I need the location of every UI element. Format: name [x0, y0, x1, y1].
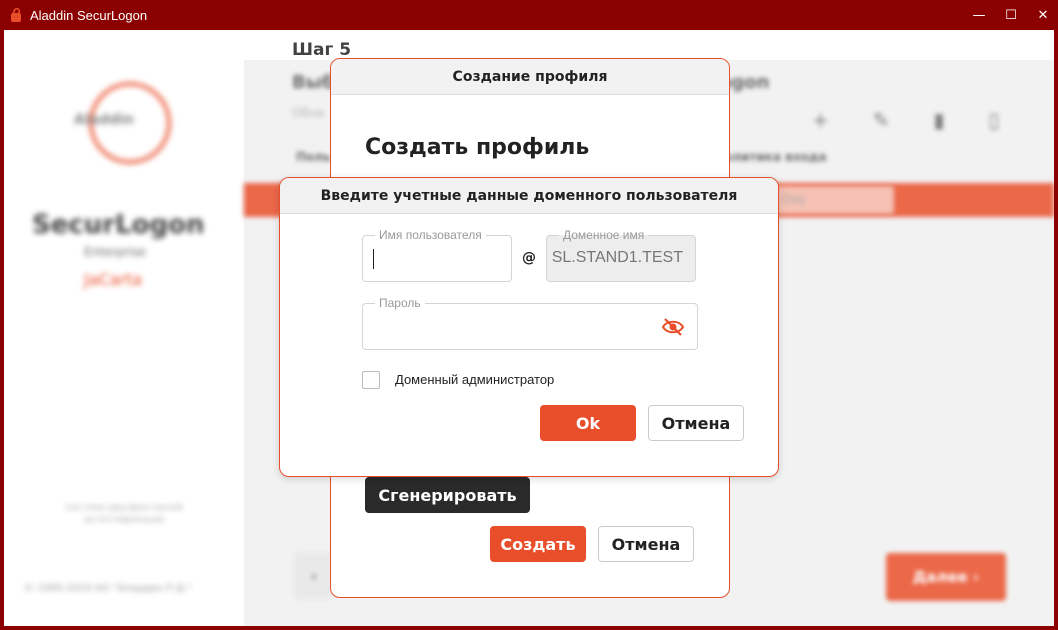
copyright: © 1995-2024 АО "Аладдин Р.Д." — [24, 583, 192, 594]
create-button[interactable]: Создать — [490, 526, 586, 562]
minimize-button[interactable]: — — [972, 8, 986, 23]
app-window: Aladdin SecurLogon Enterprise JaCarta Си… — [4, 30, 1054, 626]
password-field[interactable]: Пароль — [362, 296, 698, 350]
password-legend: Пароль — [375, 296, 425, 310]
eye-slash-icon[interactable] — [661, 317, 685, 337]
credentials-dialog: Введите учетные данные доменного пользов… — [279, 177, 779, 477]
generate-button[interactable]: Сгенерировать — [365, 477, 530, 513]
username-input[interactable] — [373, 246, 501, 272]
username-field[interactable]: Имя пользователя — [362, 228, 512, 282]
logo-text: Aladdin — [74, 112, 134, 128]
at-sign: @ — [522, 250, 536, 266]
domain-admin-checkbox[interactable] — [362, 371, 380, 389]
domain-admin-label: Доменный администратор — [395, 372, 555, 387]
ok-button[interactable]: Ok — [540, 405, 636, 441]
maximize-button[interactable]: ☐ — [1004, 8, 1018, 23]
sidebar: Aladdin SecurLogon Enterprise JaCarta Си… — [4, 30, 244, 626]
brand-edition: Enterprise — [84, 245, 146, 259]
password-input[interactable] — [373, 314, 687, 340]
domain-value: SL.STAND1.TEST — [551, 249, 683, 266]
domain-field: Доменное имя SL.STAND1.TEST — [546, 228, 696, 282]
close-button[interactable]: ✕ — [1036, 8, 1050, 23]
sidebar-note: Система двухфакторной аутентификации — [65, 503, 183, 525]
brand-tag: JaCarta — [84, 270, 143, 289]
credentials-dialog-header: Введите учетные данные доменного пользов… — [280, 178, 778, 214]
dialog-header: Создание профиля — [331, 59, 729, 95]
dialog-title: Создать профиль — [365, 135, 590, 160]
window-title: Aladdin SecurLogon — [30, 7, 148, 23]
cancel-button[interactable]: Отмена — [598, 526, 694, 562]
brand-name: SecurLogon — [32, 210, 205, 240]
title-bar: Aladdin SecurLogon — ☐ ✕ — [0, 0, 1058, 30]
app-icon — [11, 7, 21, 22]
credentials-cancel-button[interactable]: Отмена — [648, 405, 744, 441]
username-legend: Имя пользователя — [375, 228, 486, 242]
